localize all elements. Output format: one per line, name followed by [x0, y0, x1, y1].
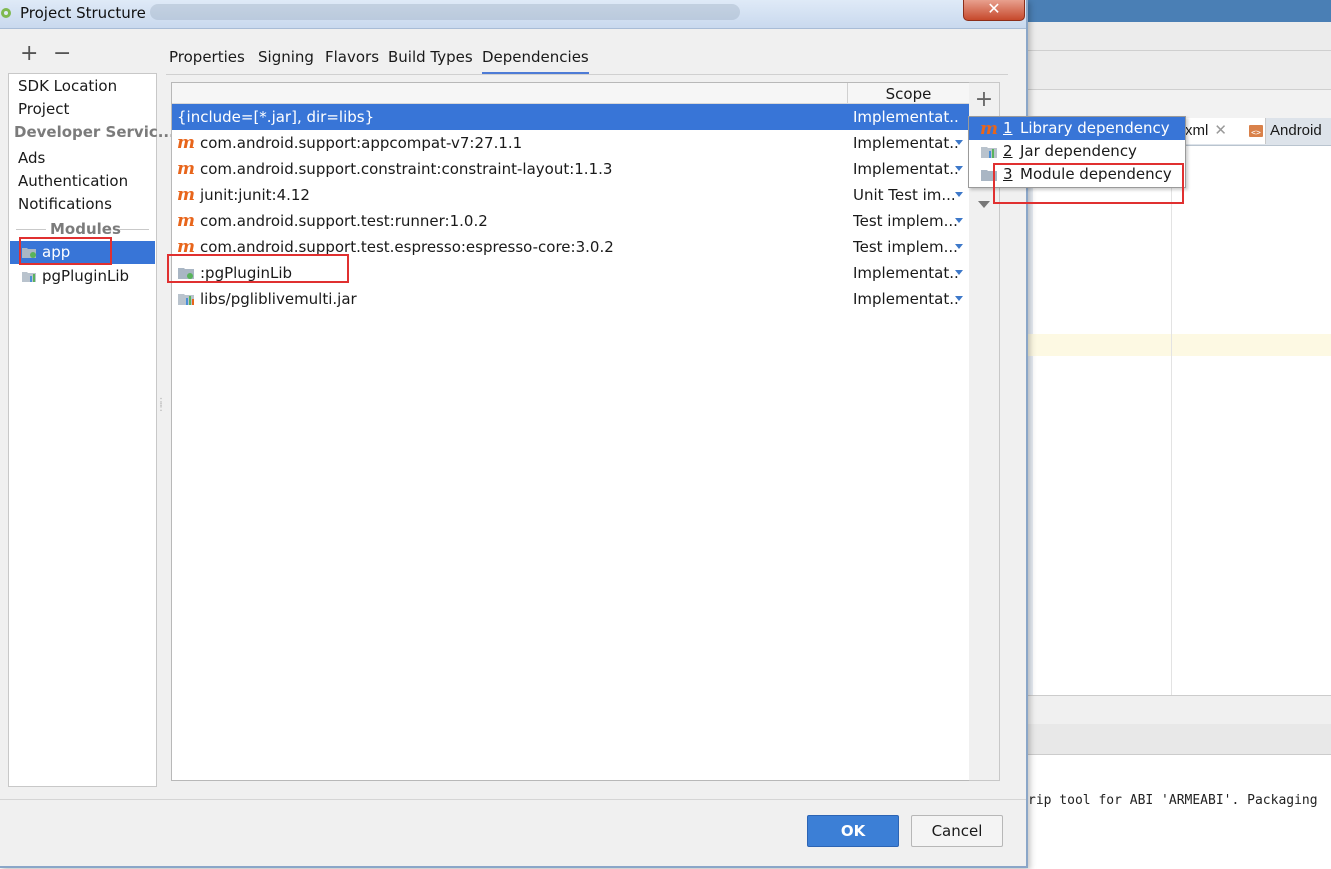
structure-sidebar: SDK Location Project Developer Servic...…	[8, 73, 175, 787]
blurred-window-path	[150, 4, 740, 20]
add-dependency-button[interactable]: +	[974, 89, 994, 111]
scope-column-header[interactable]: Scope	[848, 83, 969, 105]
menu-item-label: Library dependency	[1020, 119, 1170, 137]
menu-item-number: 1	[1003, 119, 1013, 137]
close-tab-icon[interactable]: ✕	[1214, 122, 1227, 139]
maven-icon: m	[177, 133, 195, 153]
dependency-scope[interactable]: Implementat...	[853, 104, 960, 130]
tab-signing[interactable]: Signing	[258, 46, 314, 68]
dependency-scope[interactable]: Test implem...	[853, 208, 960, 234]
tab-dependencies[interactable]: Dependencies	[482, 46, 589, 74]
dropdown-arrow-icon[interactable]	[955, 244, 963, 249]
maven-icon: m	[177, 185, 195, 205]
build-console: rip tool for ABI 'ARMEABI'. Packaging	[1028, 755, 1331, 869]
menu-item-jar-dependency[interactable]: 2 Jar dependency	[969, 140, 1185, 163]
editor-tab-android[interactable]: <> Android	[1248, 118, 1331, 144]
status-strip	[1028, 695, 1331, 725]
sidebar-item-notifications[interactable]: Notifications	[18, 193, 112, 215]
editor-tab-label: xml	[1185, 122, 1209, 139]
maven-icon: m	[177, 159, 195, 179]
move-down-icon[interactable]	[978, 201, 990, 208]
maven-icon: m	[980, 119, 998, 139]
dialog-title-bar[interactable]: Project Structure	[0, 0, 1026, 29]
table-row[interactable]: m com.android.support:appcompat-v7:27.1.…	[172, 130, 969, 156]
close-button[interactable]: ✕	[963, 0, 1025, 21]
dropdown-arrow-icon[interactable]	[955, 166, 963, 171]
ide-nav-bar	[1028, 51, 1331, 90]
dependency-name: com.android.support.constraint:constrain…	[200, 160, 613, 178]
maven-icon: m	[177, 211, 195, 231]
dependency-name: com.android.support.test:runner:1.0.2	[200, 212, 488, 230]
table-row[interactable]: libs/pgliblivemulti.jar Implementat...	[172, 286, 969, 312]
table-row[interactable]: {include=[*.jar], dir=libs} Implementat.…	[172, 104, 969, 130]
sidebar-item-pgpluginlib[interactable]: pgPluginLib	[10, 265, 155, 288]
add-module-button[interactable]: +	[20, 42, 38, 66]
dependency-scope[interactable]: Unit Test im...	[853, 182, 960, 208]
table-row[interactable]: m com.android.support.constraint:constra…	[172, 156, 969, 182]
close-icon: ✕	[987, 0, 1001, 18]
right-margin-guide	[1171, 146, 1172, 695]
dependency-name: libs/pgliblivemulti.jar	[200, 290, 357, 308]
modules-header: Modules	[50, 220, 121, 238]
tab-properties[interactable]: Properties	[169, 46, 245, 68]
tool-window-header	[1028, 724, 1331, 755]
splitter-handle[interactable]: ⋮ ⋮	[156, 398, 166, 422]
ide-toolbar	[1028, 22, 1331, 51]
jar-icon	[178, 294, 194, 305]
console-output: rip tool for ABI 'ARMEABI'. Packaging	[1028, 793, 1318, 808]
annotation-box-app	[19, 237, 112, 265]
dialog-title: Project Structure	[20, 4, 146, 22]
developer-services-header: Developer Servic...	[14, 123, 175, 141]
xml-file-icon: <>	[1249, 125, 1263, 137]
sidebar-item-sdk-location[interactable]: SDK Location	[18, 75, 117, 97]
current-line-highlight	[1028, 334, 1331, 356]
ok-button[interactable]: OK	[807, 815, 899, 847]
dependency-scope[interactable]: Implementat...	[853, 156, 960, 182]
tab-build-types[interactable]: Build Types	[388, 46, 473, 68]
table-row[interactable]: m com.android.support.test:runner:1.0.2 …	[172, 208, 969, 234]
dependency-scope[interactable]: Implementat...	[853, 130, 960, 156]
sidebar-item-ads[interactable]: Ads	[18, 147, 45, 169]
dependency-scope[interactable]: Implementat...	[853, 286, 960, 312]
dropdown-arrow-icon[interactable]	[955, 270, 963, 275]
code-editor[interactable]	[1028, 146, 1331, 695]
module-label: pgPluginLib	[42, 267, 130, 285]
menu-item-number: 2	[1003, 142, 1013, 160]
dropdown-arrow-icon[interactable]	[955, 218, 963, 223]
divider	[16, 229, 46, 230]
svg-text:<>: <>	[1251, 128, 1261, 137]
table-header: Scope	[172, 83, 969, 104]
menu-item-library-dependency[interactable]: m 1 Library dependency	[969, 117, 1185, 140]
divider	[0, 799, 1026, 800]
dependency-scope[interactable]: Implementat...	[853, 260, 960, 286]
editor-gutter	[1028, 146, 1033, 695]
tab-flavors[interactable]: Flavors	[325, 46, 379, 68]
ide-title-bar	[1028, 0, 1331, 22]
cancel-button[interactable]: Cancel	[911, 815, 1003, 847]
dropdown-arrow-icon[interactable]	[955, 192, 963, 197]
dependency-name: junit:junit:4.12	[200, 186, 310, 204]
project-structure-dialog: Project Structure ✕ + − SDK Location Pro…	[0, 0, 1186, 868]
sidebar-item-project[interactable]: Project	[18, 98, 69, 120]
dependency-scope[interactable]: Test implem...	[853, 234, 960, 260]
dependency-name: com.android.support:appcompat-v7:27.1.1	[200, 134, 523, 152]
divider	[119, 229, 149, 230]
dependencies-table: Scope {include=[*.jar], dir=libs} Implem…	[171, 82, 970, 781]
annotation-box-module-dependency	[993, 163, 1184, 204]
library-module-icon	[22, 272, 36, 282]
menu-item-label: Jar dependency	[1020, 142, 1137, 160]
sidebar-item-authentication[interactable]: Authentication	[18, 170, 128, 192]
table-row[interactable]: m junit:junit:4.12 Unit Test im...	[172, 182, 969, 208]
divider	[166, 74, 1008, 75]
editor-tab-label: Android	[1270, 122, 1322, 139]
annotation-box-pgpluginlib	[167, 254, 349, 283]
jar-icon	[981, 147, 997, 158]
remove-module-button[interactable]: −	[53, 42, 71, 66]
dropdown-arrow-icon[interactable]	[955, 140, 963, 145]
dependency-name: {include=[*.jar], dir=libs}	[177, 108, 375, 126]
android-studio-icon	[1, 8, 11, 18]
dropdown-arrow-icon[interactable]	[955, 296, 963, 301]
